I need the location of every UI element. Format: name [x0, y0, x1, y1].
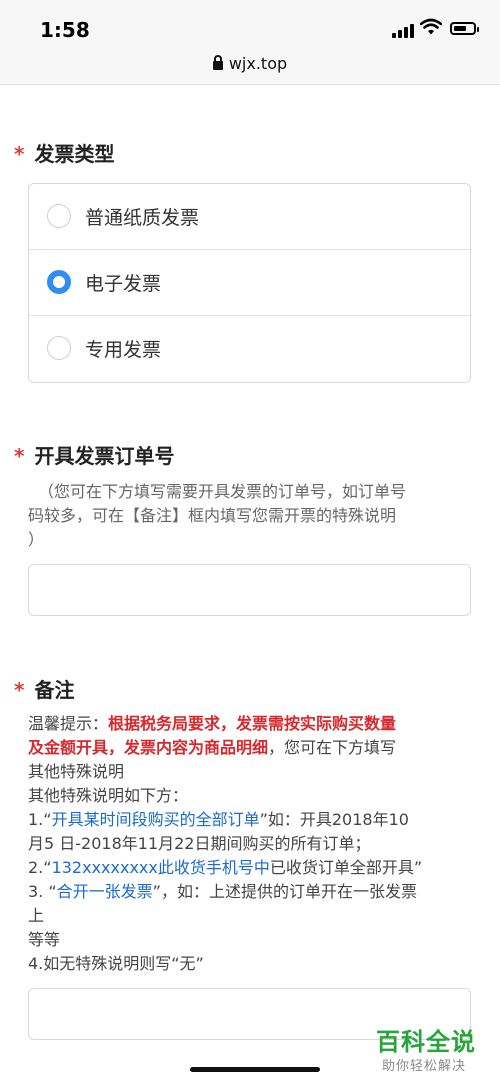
required-mark: * — [14, 444, 25, 468]
remarks-instructions: 温馨提示：根据税务局要求，发票需按实际购买数量 及金额开具，发票内容为商品明细，… — [28, 712, 478, 976]
notes-highlight: 132xxxxxxxx此收货手机号中 — [51, 858, 270, 877]
notes-highlight: 开具某时间段购买的全部订单 — [51, 810, 260, 829]
question-title-text: 开具发票订单号 — [34, 444, 175, 468]
option-special-invoice[interactable]: 专用发票 — [29, 316, 470, 382]
notes-text: 温馨提示： — [28, 714, 109, 733]
option-label: 专用发票 — [85, 339, 162, 361]
radio-button-checked[interactable] — [47, 270, 71, 294]
required-mark: * — [14, 678, 25, 702]
question-title-text: 备注 — [34, 678, 75, 702]
order-number-input[interactable] — [28, 564, 471, 616]
notes-text: 其他特殊说明 — [28, 762, 125, 781]
notes-text: 已收货订单全部开具” — [269, 858, 423, 877]
notes-text: 月5 日-2018年11月22日期间购买的所有订单； — [28, 834, 371, 853]
hint-line: 码较多，可在【备注】框内填写您需开票的特殊说明 — [28, 506, 397, 525]
notes-text: ”，如：上述提供的订单开在一张发票 — [152, 882, 417, 901]
cellular-signal-icon — [392, 22, 414, 38]
notes-text: ”如：开具2018年10 — [259, 810, 409, 829]
wifi-icon — [420, 18, 442, 35]
option-paper-invoice[interactable]: 普通纸质发票 — [29, 184, 470, 250]
notes-text: ，您可在下方填写 — [268, 738, 397, 757]
notes-text: 其他特殊说明如下方： — [28, 786, 189, 805]
notes-warning: 根据税务局要求，发票需按实际购买数量 — [108, 714, 397, 733]
notes-text: 3. “ — [28, 882, 57, 901]
notes-text: 上 — [28, 906, 45, 925]
option-electronic-invoice[interactable]: 电子发票 — [29, 250, 470, 316]
address-bar[interactable]: wjx.top — [0, 52, 500, 85]
lock-icon — [212, 55, 223, 70]
question-title-text: 发票类型 — [34, 142, 115, 166]
hint-line: ） — [28, 530, 45, 549]
hint-line: （您可在下方填写需要开具发票的订单号，如订单号 — [38, 482, 407, 501]
watermark-logo-title: 百科全说 — [376, 1028, 476, 1056]
notes-text: 1.“ — [28, 810, 52, 829]
order-number-hint: （您可在下方填写需要开具发票的订单号，如订单号 码较多，可在【备注】框内填写您需… — [28, 480, 468, 552]
question-title-invoice-type: * 发票类型 — [14, 138, 114, 167]
notes-highlight: 合开一张发票 — [56, 882, 153, 901]
radio-button[interactable] — [47, 204, 71, 228]
option-label: 普通纸质发票 — [85, 207, 200, 229]
battery-icon — [450, 22, 479, 35]
question-title-remarks: * 备注 — [14, 674, 74, 703]
question-title-order-number: * 开具发票订单号 — [14, 440, 174, 469]
radio-button[interactable] — [47, 336, 71, 360]
status-time: 1:58 — [40, 18, 90, 42]
option-label: 电子发票 — [85, 273, 162, 295]
notes-text: 等等 — [28, 930, 61, 949]
notes-text: 2.“ — [28, 858, 52, 877]
required-mark: * — [14, 142, 25, 166]
home-indicator[interactable] — [190, 1067, 320, 1072]
status-bar: 1:58 — [0, 0, 500, 52]
watermark-logo-subtitle: 助你轻松解决 — [382, 1059, 467, 1074]
url-text: wjx.top — [228, 54, 288, 73]
notes-text: 4.如无特殊说明则写“无” — [28, 954, 204, 973]
invoice-type-options: 普通纸质发票 电子发票 专用发票 — [28, 183, 471, 383]
notes-warning: 及金额开具，发票内容为商品明细 — [28, 738, 269, 757]
